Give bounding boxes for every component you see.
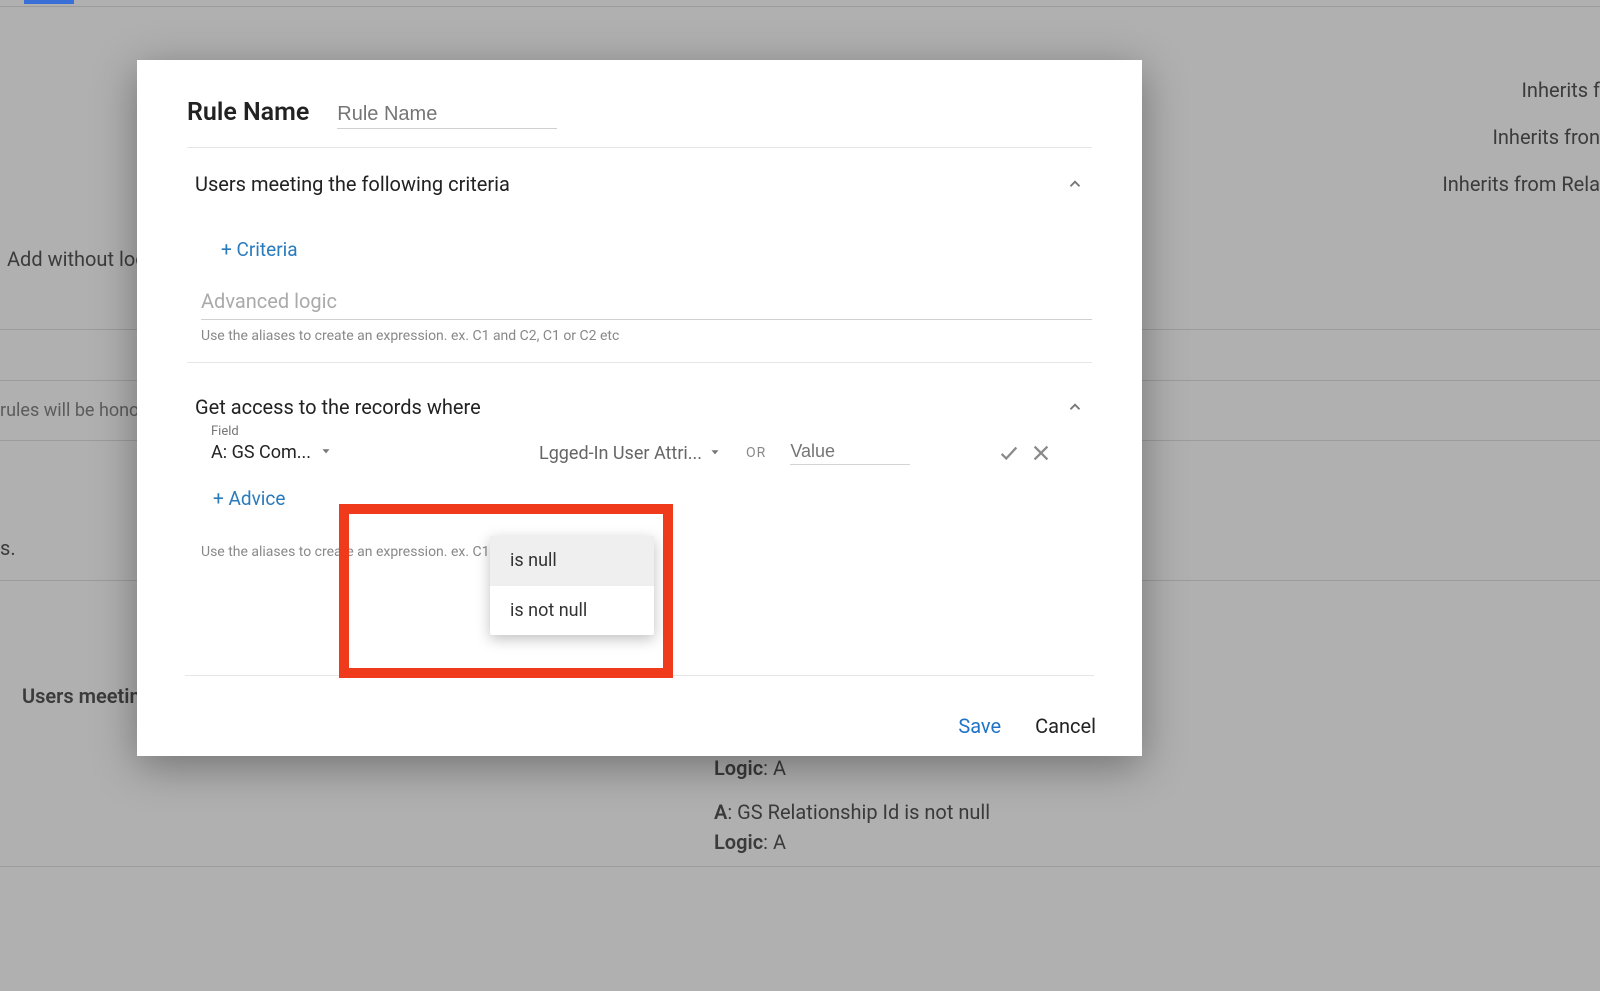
add-criteria-link[interactable]: + Criteria xyxy=(221,238,298,261)
modal-header: Rule Name xyxy=(187,98,1092,148)
advanced-logic-hint: Use the aliases to create an expression.… xyxy=(201,328,1092,344)
operator-option-is-null[interactable]: is null xyxy=(490,536,654,585)
or-separator: OR xyxy=(746,445,766,461)
confirm-icon[interactable] xyxy=(998,442,1020,464)
advanced-logic-input[interactable]: Advanced logic xyxy=(201,289,1092,320)
rule-modal: Rule Name Users meeting the following cr… xyxy=(137,60,1142,756)
rule-name-label: Rule Name xyxy=(187,98,309,127)
advanced-logic-block-1: Advanced logic Use the aliases to create… xyxy=(187,289,1092,344)
chevron-up-icon[interactable] xyxy=(1066,175,1084,193)
modal-footer: Save Cancel xyxy=(958,714,1096,738)
cancel-button[interactable]: Cancel xyxy=(1035,714,1096,738)
field-selector[interactable]: Field A: GS Com... xyxy=(211,442,341,464)
add-advice-link[interactable]: + Advice xyxy=(213,487,285,510)
rule-name-input[interactable] xyxy=(337,101,557,129)
section-divider xyxy=(187,362,1092,363)
operator-dropdown: is null is not null xyxy=(490,536,654,635)
caret-down-icon xyxy=(708,443,722,464)
chevron-up-icon[interactable] xyxy=(1066,398,1084,416)
section-title-users: Users meeting the following criteria xyxy=(195,172,510,196)
section-users-criteria: Users meeting the following criteria + C… xyxy=(187,158,1092,373)
value-input[interactable] xyxy=(790,441,910,465)
close-icon[interactable] xyxy=(1030,442,1052,464)
section-title-records: Get access to the records where xyxy=(195,395,481,419)
field-label: Field xyxy=(211,424,239,439)
save-button[interactable]: Save xyxy=(958,714,1001,738)
user-attribute-text: Lgged-In User Attri... xyxy=(539,443,702,464)
footer-divider xyxy=(185,675,1094,676)
filter-row: Field A: GS Com... Lgged-In User Attri..… xyxy=(187,419,1092,465)
caret-down-icon xyxy=(319,442,333,463)
field-value-text: A: GS Com... xyxy=(211,442,311,463)
operator-option-is-not-null[interactable]: is not null xyxy=(490,585,654,635)
user-attribute-selector[interactable]: Lgged-In User Attri... xyxy=(539,443,722,464)
row-actions xyxy=(998,442,1082,464)
